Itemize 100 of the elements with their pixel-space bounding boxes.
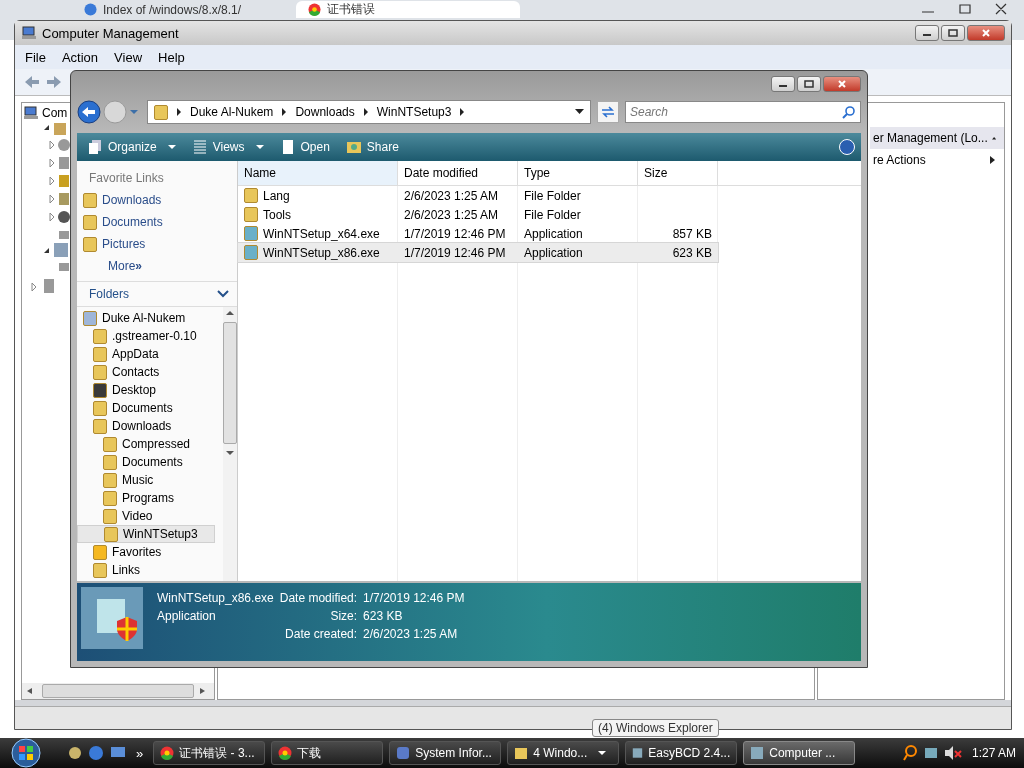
menu-item[interactable]: File [19, 49, 52, 65]
folder-icon [103, 454, 117, 470]
minimize-button[interactable] [771, 76, 795, 92]
taskbar-button[interactable]: Computer ... [743, 741, 856, 765]
folder-item[interactable]: WinNTSetup3 [77, 525, 215, 543]
back-icon[interactable] [77, 100, 101, 124]
column-header[interactable]: Size [638, 161, 718, 185]
mute-icon[interactable] [943, 745, 962, 761]
file-name: Lang [263, 188, 290, 203]
tree-item[interactable]: Com [42, 106, 68, 120]
scroll-up-icon[interactable] [226, 310, 234, 316]
file-row[interactable]: WinNTSetup_x64.exe 1/7/2019 12:46 PM Application 857 KB [238, 224, 718, 243]
folder-icon [514, 746, 529, 760]
scrollbar[interactable] [22, 683, 214, 699]
folder-icon [103, 490, 117, 506]
actions-header[interactable]: er Management (Lo... [870, 127, 1004, 149]
taskbar-button[interactable]: 下载 [271, 741, 384, 765]
detail-value: 2/6/2023 1:25 AM [363, 627, 459, 641]
more-link[interactable]: More» [77, 255, 237, 277]
folder-item[interactable]: Video [77, 507, 223, 525]
file-type: Application [157, 609, 217, 623]
toolbar-button[interactable]: Views [187, 137, 268, 157]
app-icon [750, 746, 765, 760]
folder-icon [93, 346, 107, 362]
folder-item[interactable]: Music [77, 471, 223, 489]
folder-item[interactable]: Downloads [77, 417, 223, 435]
address-bar[interactable]: Duke Al-Nukem Downloads WinNTSetup3 [147, 100, 591, 124]
chevron-icon[interactable] [176, 108, 182, 116]
minimize-button[interactable] [915, 25, 939, 41]
caret-icon [255, 144, 264, 150]
close-button[interactable] [967, 25, 1005, 41]
folder-icon [83, 214, 97, 230]
close-button[interactable] [823, 76, 861, 92]
column-header[interactable]: Date modified [398, 161, 518, 185]
search-icon[interactable] [901, 744, 918, 762]
folder-item[interactable]: .gstreamer-0.10 [77, 327, 223, 345]
folder-item[interactable]: AppData [77, 345, 223, 363]
taskbar-button[interactable]: 证书错误 - 3... [153, 741, 266, 765]
scrollbar[interactable] [223, 307, 237, 581]
folder-icon [103, 508, 117, 524]
section-heading: Favorite Links [88, 170, 165, 187]
file-row[interactable]: Lang 2/6/2023 1:25 AM File Folder [238, 186, 718, 205]
file-row[interactable]: Tools 2/6/2023 1:25 AM File Folder [238, 205, 718, 224]
favorite-link[interactable]: Documents [77, 211, 237, 233]
column-header[interactable]: Name [238, 161, 398, 185]
folder-item[interactable]: Links [77, 561, 223, 579]
folder-item[interactable]: Desktop [77, 381, 223, 399]
folder-icon [93, 400, 107, 416]
maximize-icon [948, 29, 958, 37]
breadcrumb-item[interactable]: Duke Al-Nukem [190, 105, 274, 119]
table-cell-text: Application [523, 245, 584, 260]
folder-icon [104, 526, 118, 542]
search-field[interactable]: Search [625, 101, 861, 123]
folder-item[interactable]: Duke Al-Nukem [77, 309, 223, 327]
browser-tab[interactable]: Index of /windows/8.x/8.1/ [72, 1, 296, 18]
dropdown-icon[interactable] [575, 109, 584, 115]
search-icon[interactable] [842, 105, 856, 119]
folder-item[interactable]: Favorites [77, 543, 223, 561]
folder-item[interactable]: Programs [77, 489, 223, 507]
breadcrumb-item[interactable]: Downloads [295, 105, 355, 119]
submenu-arrow-icon [990, 156, 996, 164]
column-header[interactable]: Type [518, 161, 638, 185]
folder-item[interactable]: Documents [77, 453, 223, 471]
folder-item[interactable]: Compressed [77, 435, 223, 453]
menu-item[interactable]: Help [152, 49, 191, 65]
chevron-icon[interactable] [281, 108, 288, 116]
table-cell-text: File Folder [523, 188, 582, 203]
file-name: WinNTSetup_x86.exe [263, 245, 380, 260]
network-icon[interactable] [923, 746, 938, 760]
refresh-icon[interactable] [597, 101, 619, 123]
menu-item[interactable]: Action [55, 49, 105, 65]
breadcrumb-item[interactable]: WinNTSetup3 [376, 105, 452, 119]
table-cell-text: File Folder [523, 207, 582, 222]
chevron-icon[interactable] [362, 108, 369, 116]
taskbar-button[interactable]: System Infor... [389, 741, 502, 765]
file-row[interactable]: WinNTSetup_x86.exe 1/7/2019 12:46 PM Application 623 KB [238, 243, 718, 262]
folder-item[interactable]: Contacts [77, 363, 223, 381]
toolbar-button[interactable]: Organize [83, 137, 180, 157]
toolbar-button[interactable]: Share [341, 137, 403, 157]
close-icon [837, 80, 847, 88]
scroll-down-icon[interactable] [226, 450, 234, 456]
browser-tab[interactable]: 证书错误 [296, 1, 520, 18]
start-button[interactable] [8, 738, 44, 768]
taskbar-button[interactable]: 4 Windo... [507, 741, 620, 765]
chevron-icon[interactable] [217, 290, 229, 298]
folder-item[interactable]: Documents [77, 399, 223, 417]
toolbar-button[interactable]: Open [275, 137, 334, 157]
overflow-button[interactable]: » [136, 745, 144, 761]
favorite-link[interactable]: Downloads [77, 189, 237, 211]
maximize-button[interactable] [941, 25, 965, 41]
actions-link[interactable]: re Actions [870, 149, 1004, 171]
app-icon [396, 746, 411, 760]
maximize-icon [804, 80, 814, 88]
menu-item[interactable]: View [108, 49, 149, 65]
chevron-icon[interactable] [459, 108, 466, 116]
taskbar-button[interactable]: EasyBCD 2.4... [625, 741, 738, 765]
table-cell-text: 857 KB [671, 226, 713, 241]
maximize-button[interactable] [797, 76, 821, 92]
monitor-icon[interactable] [110, 746, 126, 760]
favorite-link[interactable]: Pictures [77, 233, 237, 255]
